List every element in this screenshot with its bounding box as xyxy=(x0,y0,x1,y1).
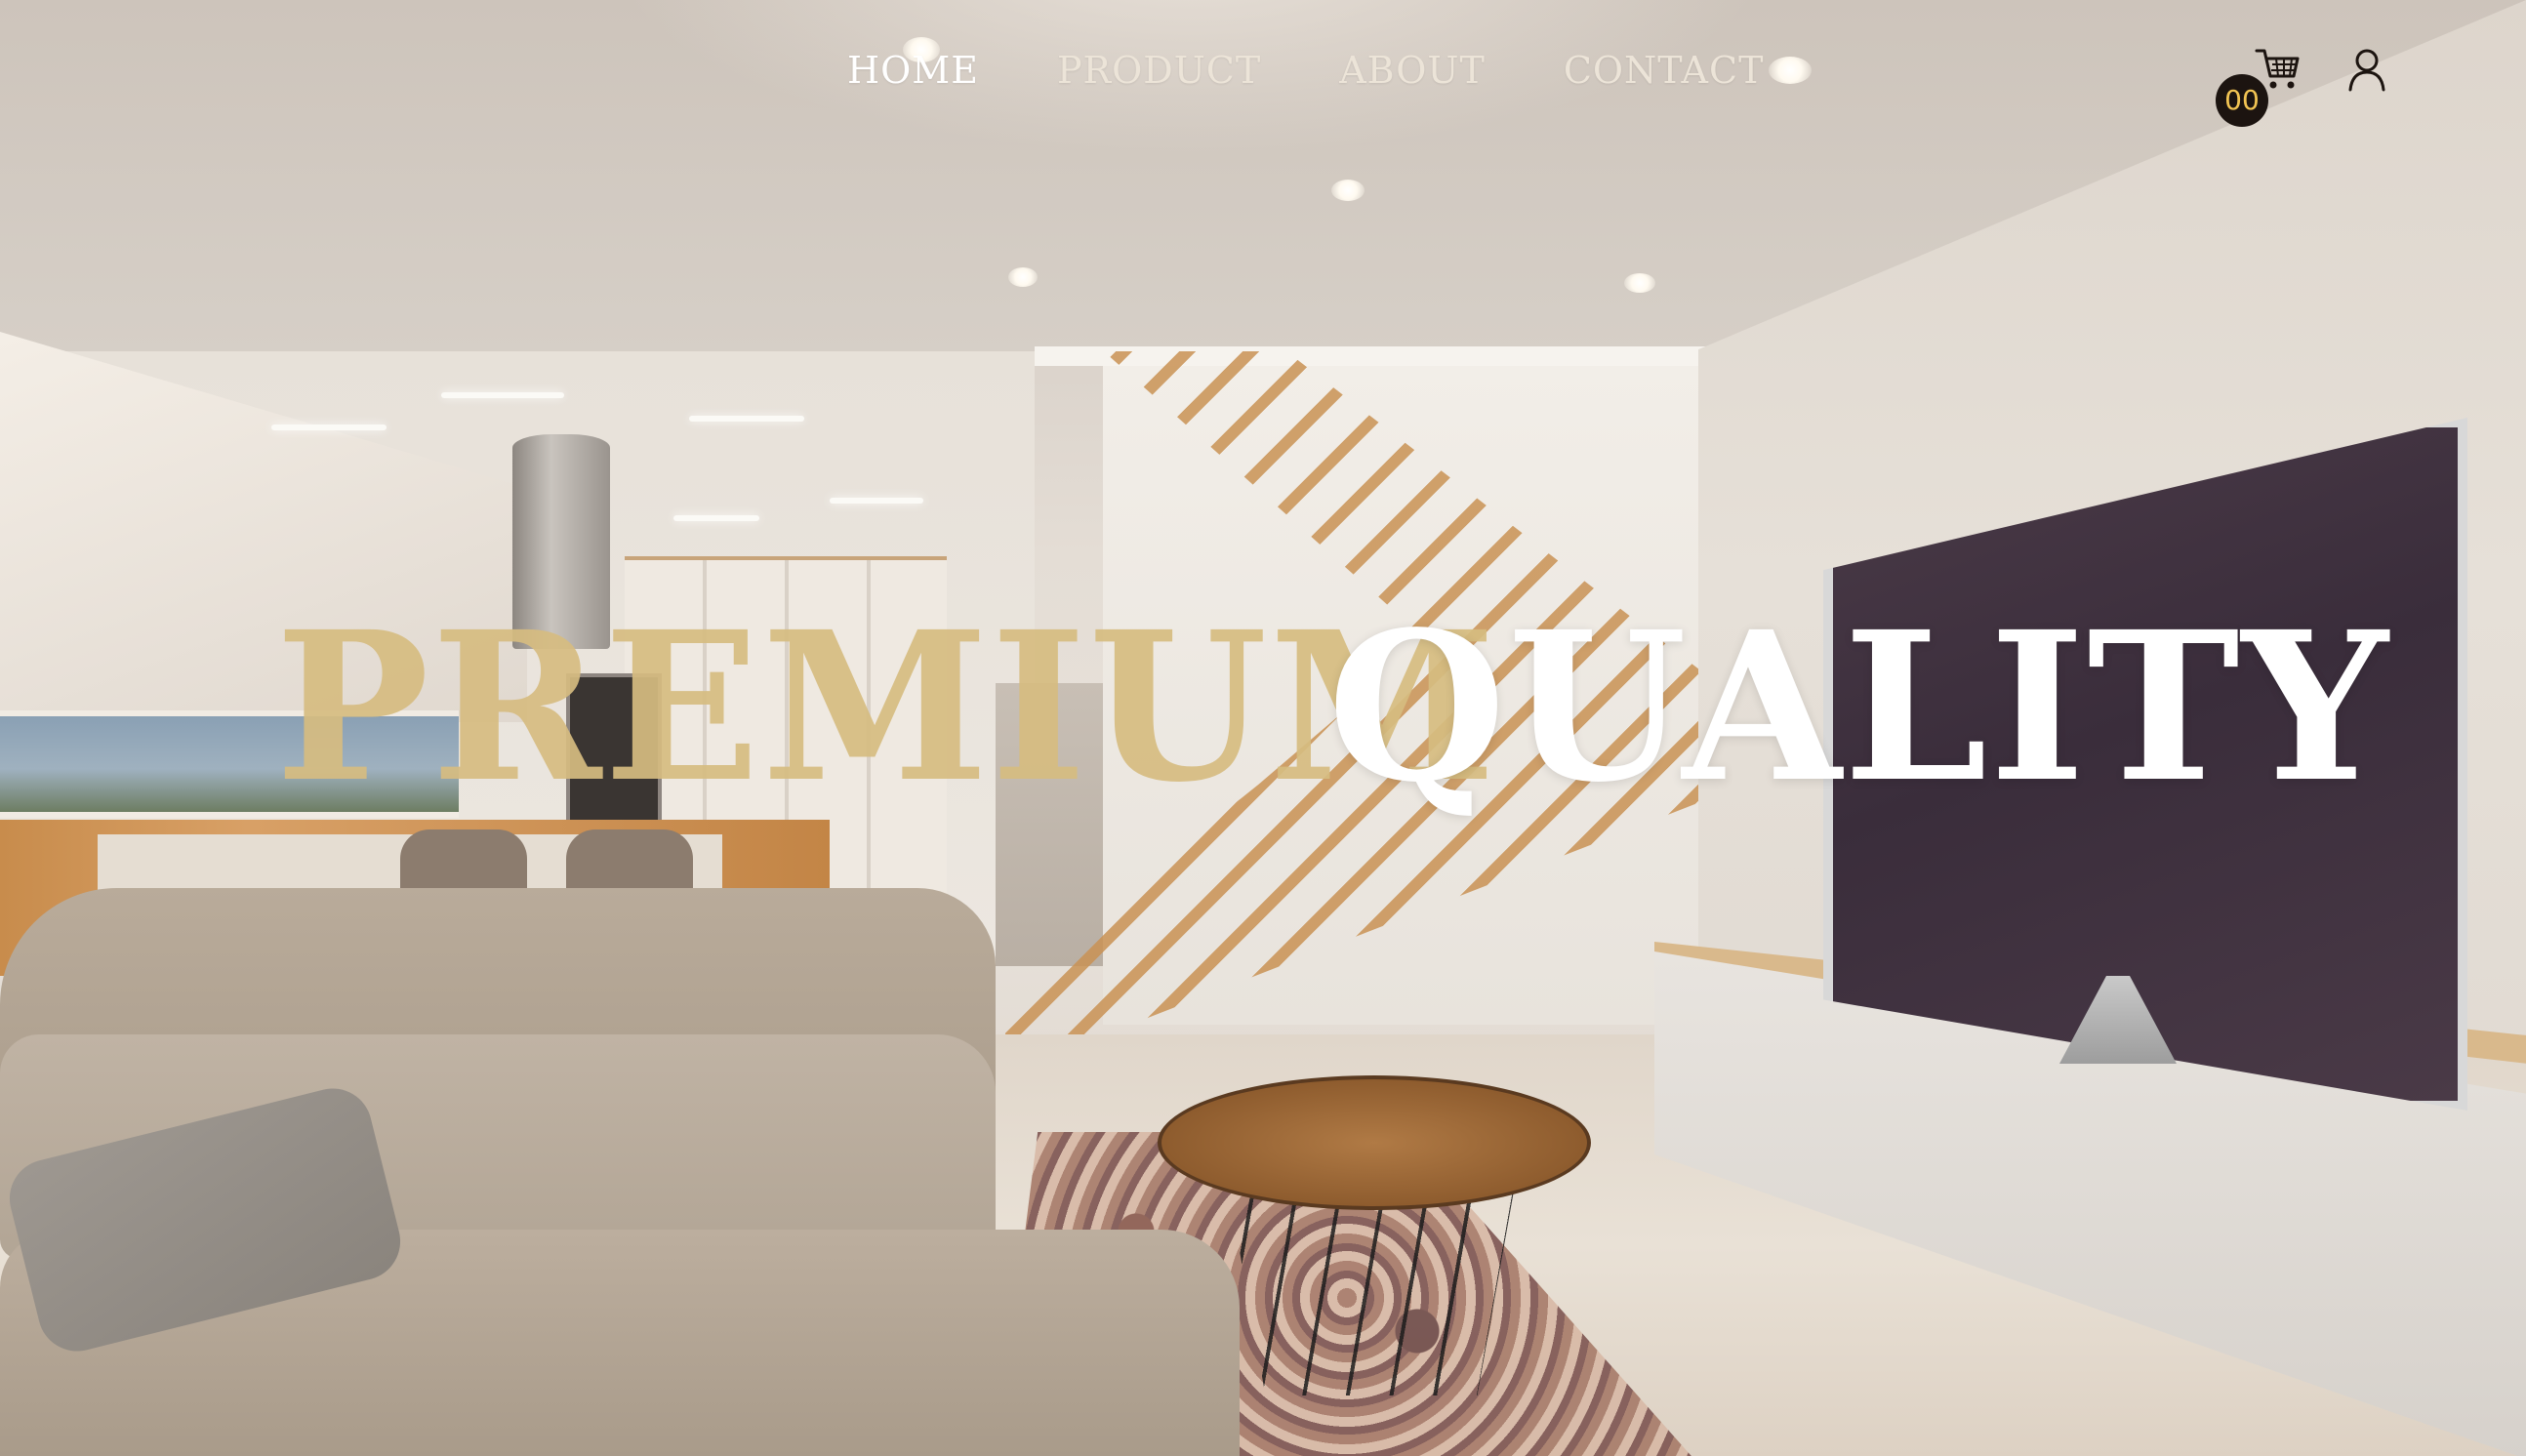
hero-heading: PREMIUM QUALITY xyxy=(0,605,2526,859)
cart-button[interactable]: 00 xyxy=(2216,45,2300,127)
nav-link-product[interactable]: PRODUCT xyxy=(1057,49,1261,92)
ceiling-light xyxy=(1624,273,1655,293)
hero-word-premium: PREMIUM xyxy=(275,586,1498,828)
ceiling-light xyxy=(1008,267,1038,287)
user-account-button[interactable] xyxy=(2343,45,2391,94)
coffee-table xyxy=(1158,1075,1591,1210)
nav-link-home[interactable]: HOME xyxy=(847,49,979,92)
cart-count-badge: 00 xyxy=(2216,74,2268,127)
ceiling-light xyxy=(1331,180,1365,201)
ceiling-strip-light xyxy=(673,515,759,521)
hero-word-quality: QUALITY xyxy=(1327,586,2390,828)
top-navigation: HOME PRODUCT ABOUT CONTACT 00 xyxy=(0,41,2526,127)
nav-link-contact[interactable]: CONTACT xyxy=(1564,49,1765,92)
nav-links: HOME PRODUCT ABOUT CONTACT xyxy=(847,41,1764,100)
ceiling-strip-light xyxy=(441,392,564,398)
ceiling-strip-light xyxy=(689,416,804,422)
user-icon xyxy=(2348,49,2385,92)
nav-link-about[interactable]: ABOUT xyxy=(1339,49,1486,92)
ceiling-strip-light xyxy=(271,425,387,430)
ceiling-strip-light xyxy=(830,498,923,504)
